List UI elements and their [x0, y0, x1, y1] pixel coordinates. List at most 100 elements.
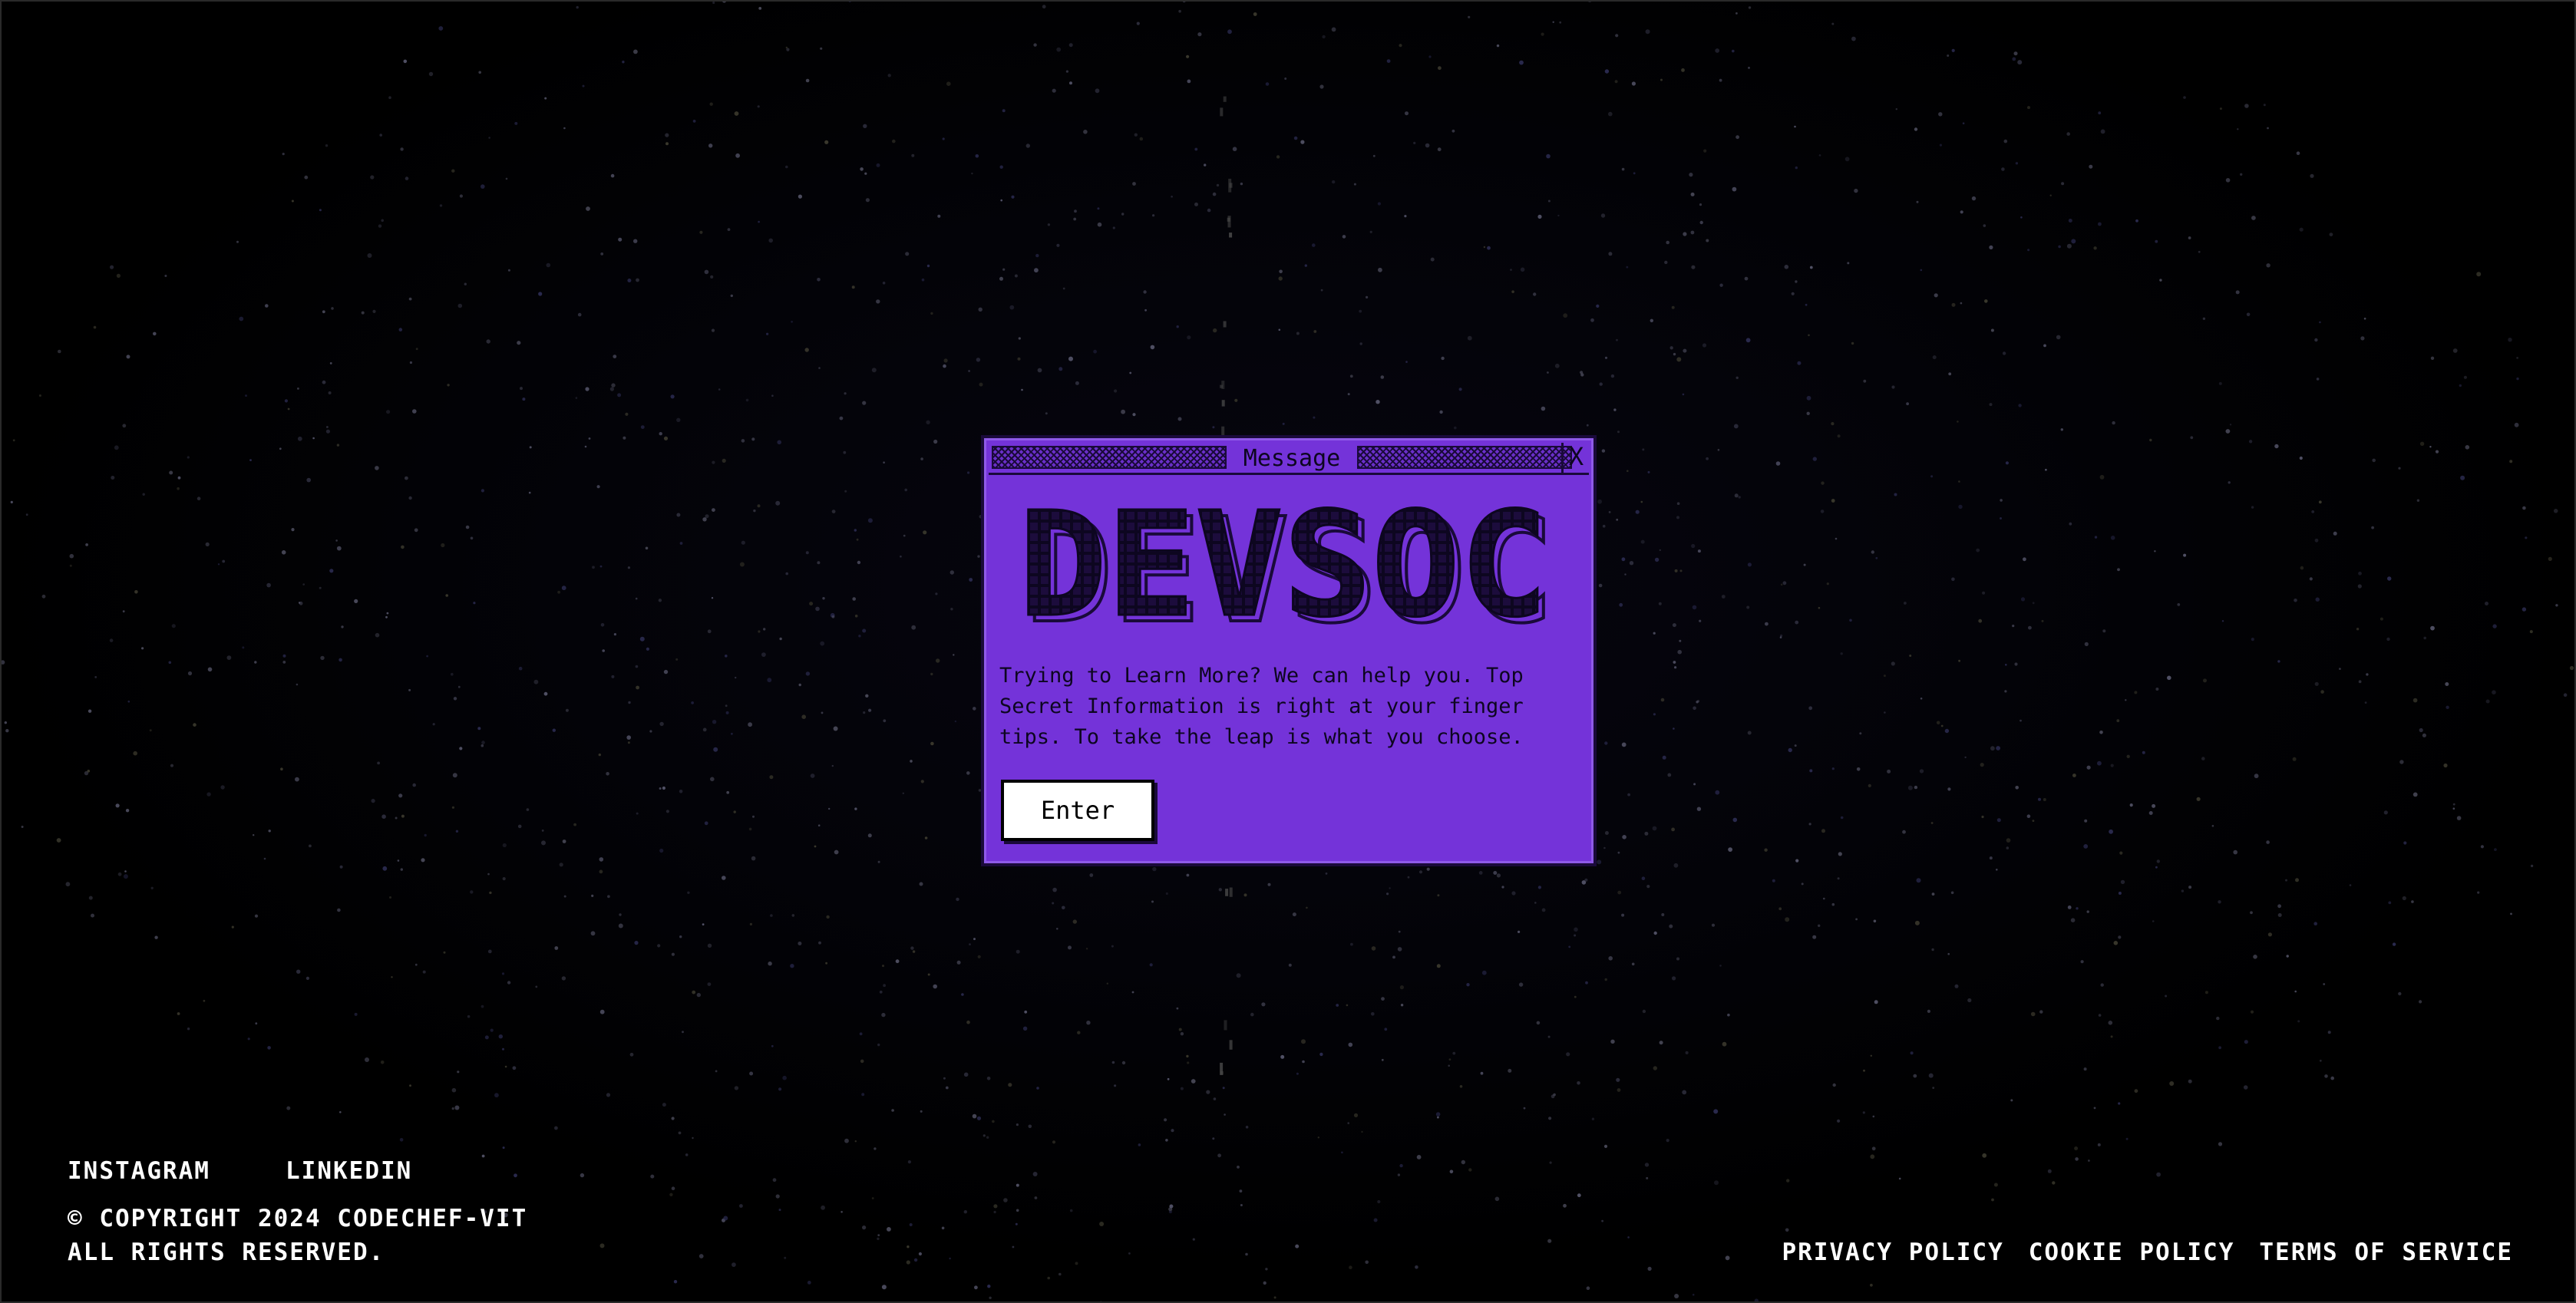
star-dot — [1600, 213, 1606, 218]
star-dot — [1187, 79, 1191, 84]
privacy-policy-link[interactable]: PRIVACY POLICY — [1782, 1239, 2003, 1266]
star-dot — [2076, 907, 2079, 910]
star-dot — [408, 688, 411, 691]
star-dot — [1336, 1004, 1339, 1007]
star-dot — [987, 1285, 991, 1288]
star-dot — [979, 382, 983, 387]
star-dot — [973, 938, 976, 941]
star-dot — [1568, 945, 1571, 948]
star-dot — [852, 597, 856, 601]
star-dot — [825, 962, 827, 965]
linkedin-link[interactable]: LINKEDIN — [286, 1157, 412, 1185]
star-dot — [1775, 461, 1781, 466]
cookie-policy-link[interactable]: COOKIE POLICY — [2029, 1239, 2235, 1266]
svg-text:DEVSOC: DEVSOC — [1019, 500, 1548, 638]
copyright-text: © COPYRIGHT 2024 CODECHEF-VIT — [68, 1205, 528, 1232]
star-dot — [2419, 441, 2425, 446]
star-dot — [1671, 305, 1675, 309]
instagram-link[interactable]: INSTAGRAM — [68, 1157, 210, 1185]
star-dot — [1180, 1087, 1184, 1090]
star-dot — [1984, 299, 1988, 303]
star-dot — [1619, 602, 1623, 607]
star-dot — [2118, 1102, 2121, 1105]
star-dot — [1874, 1000, 1878, 1004]
star-dot — [863, 124, 867, 128]
star-dot — [2032, 602, 2035, 605]
star-dot — [610, 173, 615, 178]
star-dot — [1009, 305, 1015, 310]
star-dot — [1633, 172, 1636, 175]
star-dot — [171, 624, 176, 628]
star-dot — [1617, 1088, 1621, 1092]
star-dot — [1459, 1085, 1463, 1088]
star-dot — [1449, 1169, 1454, 1174]
star-dot — [2253, 955, 2257, 959]
star-dot — [1177, 417, 1182, 421]
star-dot — [576, 5, 579, 9]
close-button[interactable]: X — [1561, 443, 1589, 473]
star-dot — [1653, 632, 1656, 635]
star-dot — [1870, 1054, 1872, 1057]
star-dot — [1871, 550, 1874, 554]
enter-button[interactable]: Enter — [1001, 780, 1154, 841]
star-dot — [709, 102, 713, 106]
star-dot — [1931, 948, 1934, 952]
star-dot — [1856, 767, 1861, 771]
star-dot — [1073, 217, 1077, 221]
star-dot — [989, 1296, 992, 1300]
star-dot — [877, 1237, 880, 1241]
star-dot — [2099, 474, 2105, 480]
star-dot — [943, 364, 946, 368]
star-dot — [2041, 619, 2044, 622]
star-dot — [1875, 556, 1878, 559]
star-dot — [1129, 371, 1132, 374]
dialog-titlebar[interactable]: Message X — [989, 443, 1589, 475]
star-dot — [2155, 239, 2158, 243]
star-dot — [2452, 348, 2458, 353]
star-dot — [1541, 406, 1546, 411]
star-dot — [907, 1160, 911, 1164]
terms-of-service-link[interactable]: TERMS OF SERVICE — [2259, 1239, 2513, 1266]
star-dot — [722, 0, 727, 3]
star-dot — [1585, 981, 1588, 985]
star-dot — [704, 821, 708, 826]
star-dot — [2349, 884, 2352, 886]
star-dot — [860, 1059, 864, 1064]
star-dot — [2069, 522, 2072, 526]
star-dot — [1194, 202, 1198, 206]
star-dot — [911, 625, 916, 630]
star-dot — [2251, 506, 2254, 509]
star-dot — [1093, 349, 1097, 354]
star-dot — [2388, 901, 2392, 905]
star-dot — [329, 569, 334, 573]
star-dot — [470, 536, 474, 540]
star-dot — [1805, 303, 1808, 306]
star-dot — [2165, 995, 2168, 998]
star-dot — [2097, 760, 2102, 766]
star-dot — [831, 615, 835, 619]
star-dot — [778, 1087, 782, 1091]
star-dot — [361, 311, 365, 315]
star-dot — [692, 120, 696, 123]
star-dot — [296, 969, 301, 974]
star-dot — [1785, 1228, 1789, 1232]
star-dot — [748, 722, 752, 727]
star-dot — [1580, 371, 1584, 374]
star-dot — [470, 890, 474, 894]
star-dot — [871, 368, 877, 373]
star-dot — [247, 1037, 250, 1041]
star-dot — [912, 950, 916, 953]
star-dot — [297, 436, 302, 441]
star-dot — [734, 1086, 739, 1090]
star-dot — [1121, 1061, 1126, 1065]
star-dot — [1284, 78, 1287, 80]
star-dot — [563, 127, 566, 130]
star-dot — [489, 891, 492, 895]
star-dot — [1192, 1238, 1195, 1241]
star-dot — [1859, 732, 1862, 735]
star-dot — [41, 594, 46, 599]
star-dot — [1304, 264, 1308, 267]
star-dot — [1947, 952, 1950, 955]
star-dot — [1536, 1021, 1541, 1025]
star-dot — [791, 321, 793, 323]
